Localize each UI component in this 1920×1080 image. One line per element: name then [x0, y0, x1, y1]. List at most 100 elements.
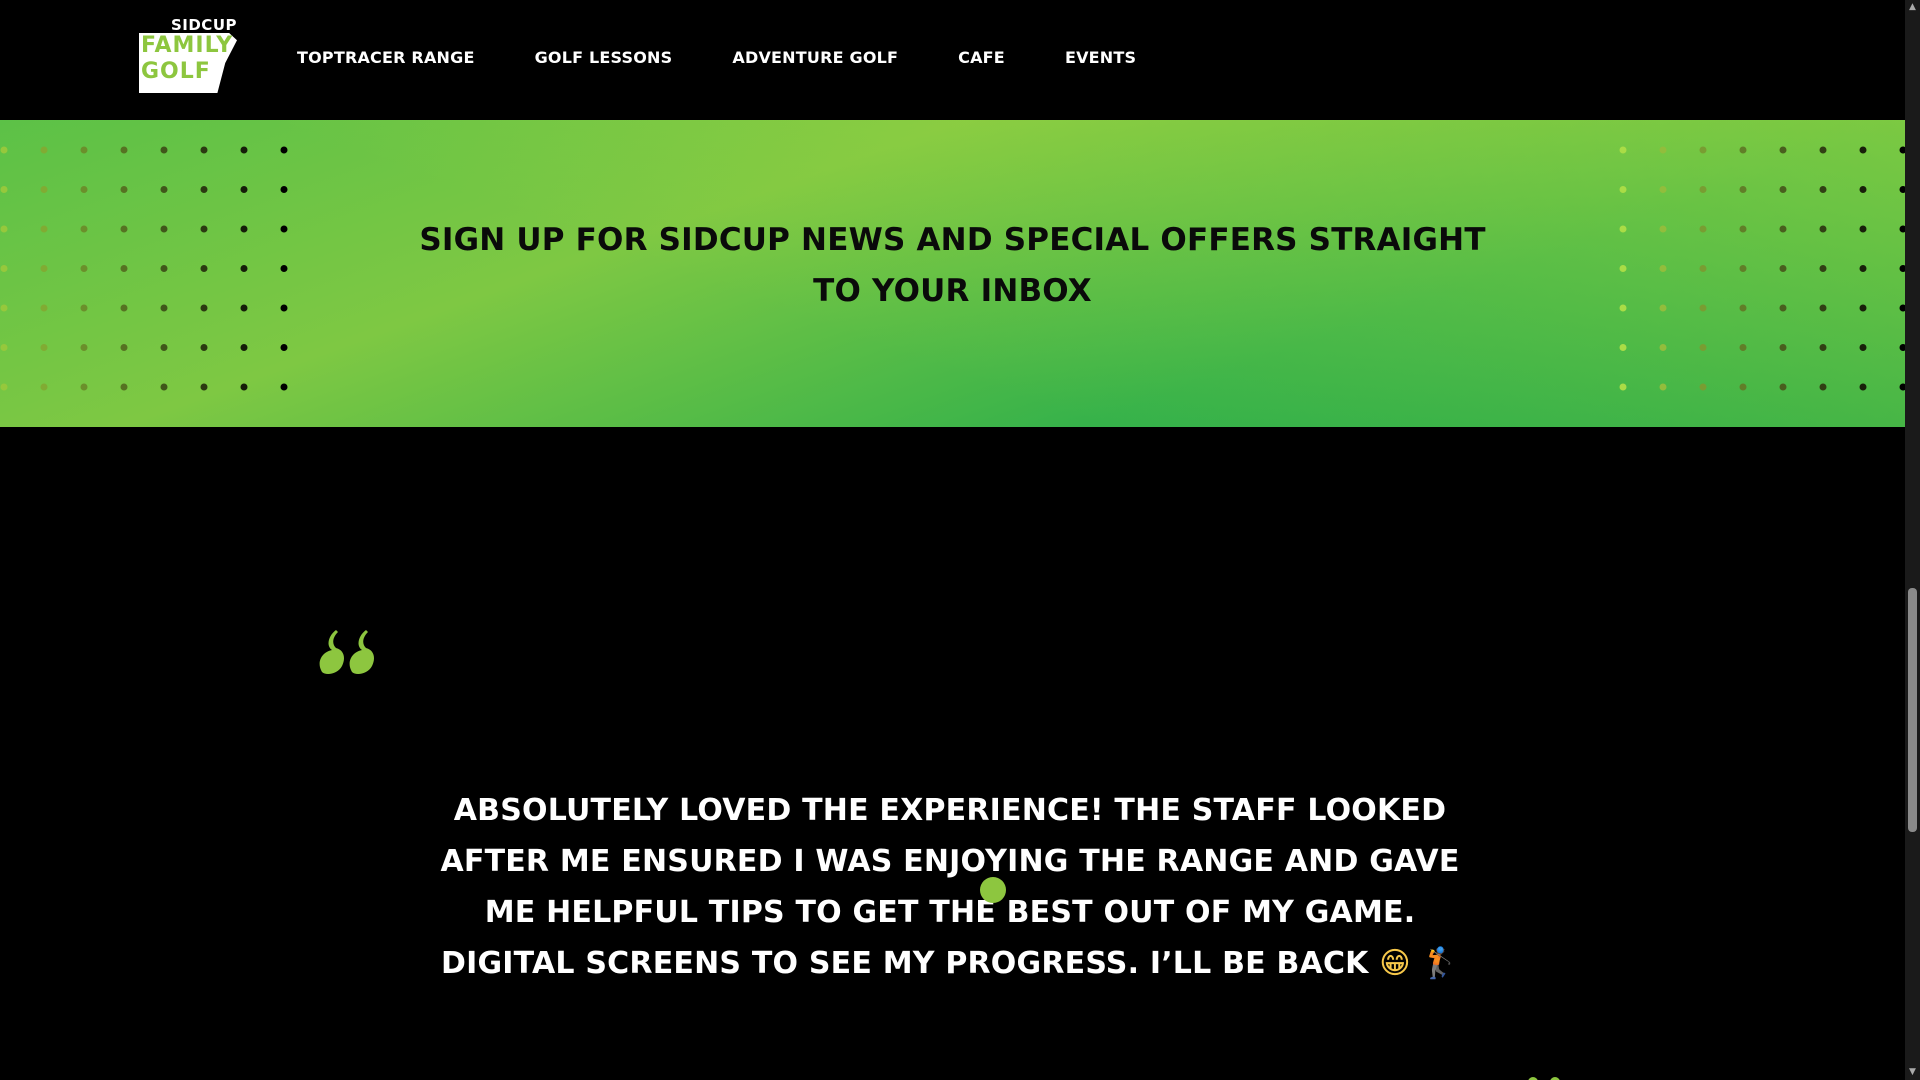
pattern-dot — [80, 383, 88, 391]
logo-top-text: SIDCUP — [170, 16, 237, 34]
pattern-dot — [40, 265, 48, 272]
pattern-dot — [1739, 265, 1747, 272]
pattern-dot — [160, 225, 168, 233]
pattern-dot — [200, 186, 208, 193]
pattern-dot — [1619, 225, 1627, 233]
pattern-dot — [1699, 186, 1707, 193]
nav-events[interactable]: EVENTS — [1065, 48, 1136, 67]
pattern-dot — [200, 344, 208, 351]
pattern-dot — [160, 146, 168, 154]
pattern-dot — [1819, 186, 1827, 193]
pattern-dot — [40, 225, 48, 233]
pattern-dot — [160, 383, 168, 391]
grinning-face-emoji-icon: 😁 — [1379, 946, 1411, 981]
pattern-dot — [0, 265, 8, 272]
pattern-dot — [1819, 146, 1827, 154]
pattern-dot — [1779, 186, 1787, 193]
pattern-dot — [120, 265, 128, 272]
pattern-dot — [1699, 383, 1707, 391]
pattern-dot — [1699, 265, 1707, 272]
pattern-dot — [1739, 186, 1747, 193]
pattern-dot — [200, 225, 208, 233]
pattern-dot — [200, 146, 208, 154]
pattern-dot — [40, 186, 48, 193]
pattern-dot — [120, 225, 128, 233]
pattern-dot — [160, 265, 168, 272]
pattern-dot — [280, 265, 288, 272]
nav-golf-lessons[interactable]: GOLF LESSONS — [535, 48, 673, 67]
pattern-dot — [1739, 304, 1747, 312]
chevron-up-icon[interactable]: ▲ — [1905, 0, 1920, 15]
pattern-dot — [160, 186, 168, 193]
pattern-dot — [1619, 383, 1627, 391]
pattern-dot — [120, 146, 128, 154]
pattern-dot — [240, 383, 248, 391]
newsletter-signup-heading[interactable]: SIGN UP FOR SIDCUP NEWS AND SPECIAL OFFE… — [400, 215, 1505, 317]
cursor-dot — [980, 877, 1006, 903]
newsletter-banner[interactable]: SIGN UP FOR SIDCUP NEWS AND SPECIAL OFFE… — [0, 120, 1905, 427]
pattern-dot — [1659, 265, 1667, 272]
pattern-dot — [1659, 383, 1667, 391]
testimonial-quote: ABSOLUTELY LOVED THE EXPERIENCE! THE STA… — [420, 785, 1480, 989]
pattern-dot — [0, 383, 8, 391]
pattern-dot — [1699, 344, 1707, 351]
pattern-dot — [240, 146, 248, 154]
pattern-dot — [1859, 146, 1867, 154]
pattern-dot — [1859, 304, 1867, 312]
pattern-dot — [240, 225, 248, 233]
pattern-dot — [1619, 304, 1627, 312]
pattern-dot — [1739, 146, 1747, 154]
logo-line-1: FAMILY — [141, 33, 234, 58]
pattern-dot — [1659, 146, 1667, 154]
pattern-dot — [240, 344, 248, 351]
pattern-dot — [200, 383, 208, 391]
pattern-dot — [280, 383, 288, 391]
pattern-dot — [1779, 304, 1787, 312]
page-scrollbar[interactable]: ▲ ▼ — [1905, 0, 1920, 1080]
pattern-dot — [1739, 344, 1747, 351]
pattern-dot — [280, 344, 288, 351]
dot-pattern-left — [0, 146, 288, 391]
pattern-dot — [1699, 304, 1707, 312]
pattern-dot — [1659, 186, 1667, 193]
pattern-dot — [1779, 225, 1787, 233]
pattern-dot — [200, 304, 208, 312]
pattern-dot — [280, 225, 288, 233]
pattern-dot — [1619, 344, 1627, 351]
quote-mark-icon — [319, 630, 374, 674]
pattern-dot — [40, 344, 48, 351]
scrollbar-thumb[interactable] — [1908, 588, 1917, 832]
pattern-dot — [0, 344, 8, 351]
pattern-dot — [1619, 265, 1627, 272]
pattern-dot — [40, 383, 48, 391]
pattern-dot — [280, 304, 288, 312]
pattern-dot — [280, 146, 288, 154]
pattern-dot — [280, 186, 288, 193]
nav-cafe[interactable]: CAFE — [958, 48, 1005, 67]
pattern-dot — [40, 304, 48, 312]
site-header: SIDCUP FAMILY GOLF TOPTRACER RANGE GOLF … — [0, 0, 1905, 120]
pattern-dot — [1739, 383, 1747, 391]
nav-toptracer-range[interactable]: TOPTRACER RANGE — [297, 48, 475, 67]
chevron-down-icon[interactable]: ▼ — [1905, 1065, 1920, 1080]
pattern-dot — [160, 344, 168, 351]
pattern-dot — [1819, 304, 1827, 312]
pattern-dot — [1859, 265, 1867, 272]
pattern-dot — [0, 186, 8, 193]
pattern-dot — [1779, 265, 1787, 272]
pattern-dot — [80, 225, 88, 233]
pattern-dot — [120, 186, 128, 193]
pattern-dot — [1659, 304, 1667, 312]
nav-adventure-golf[interactable]: ADVENTURE GOLF — [732, 48, 898, 67]
site-logo[interactable]: SIDCUP FAMILY GOLF — [137, 16, 239, 96]
pattern-dot — [1779, 146, 1787, 154]
pattern-dot — [80, 304, 88, 312]
pattern-dot — [240, 304, 248, 312]
pattern-dot — [80, 146, 88, 154]
partial-dots-icon — [1528, 1077, 1560, 1080]
pattern-dot — [1739, 225, 1747, 233]
pattern-dot — [200, 265, 208, 272]
pattern-dot — [1659, 225, 1667, 233]
pattern-dot — [1659, 344, 1667, 351]
pattern-dot — [1859, 344, 1867, 351]
